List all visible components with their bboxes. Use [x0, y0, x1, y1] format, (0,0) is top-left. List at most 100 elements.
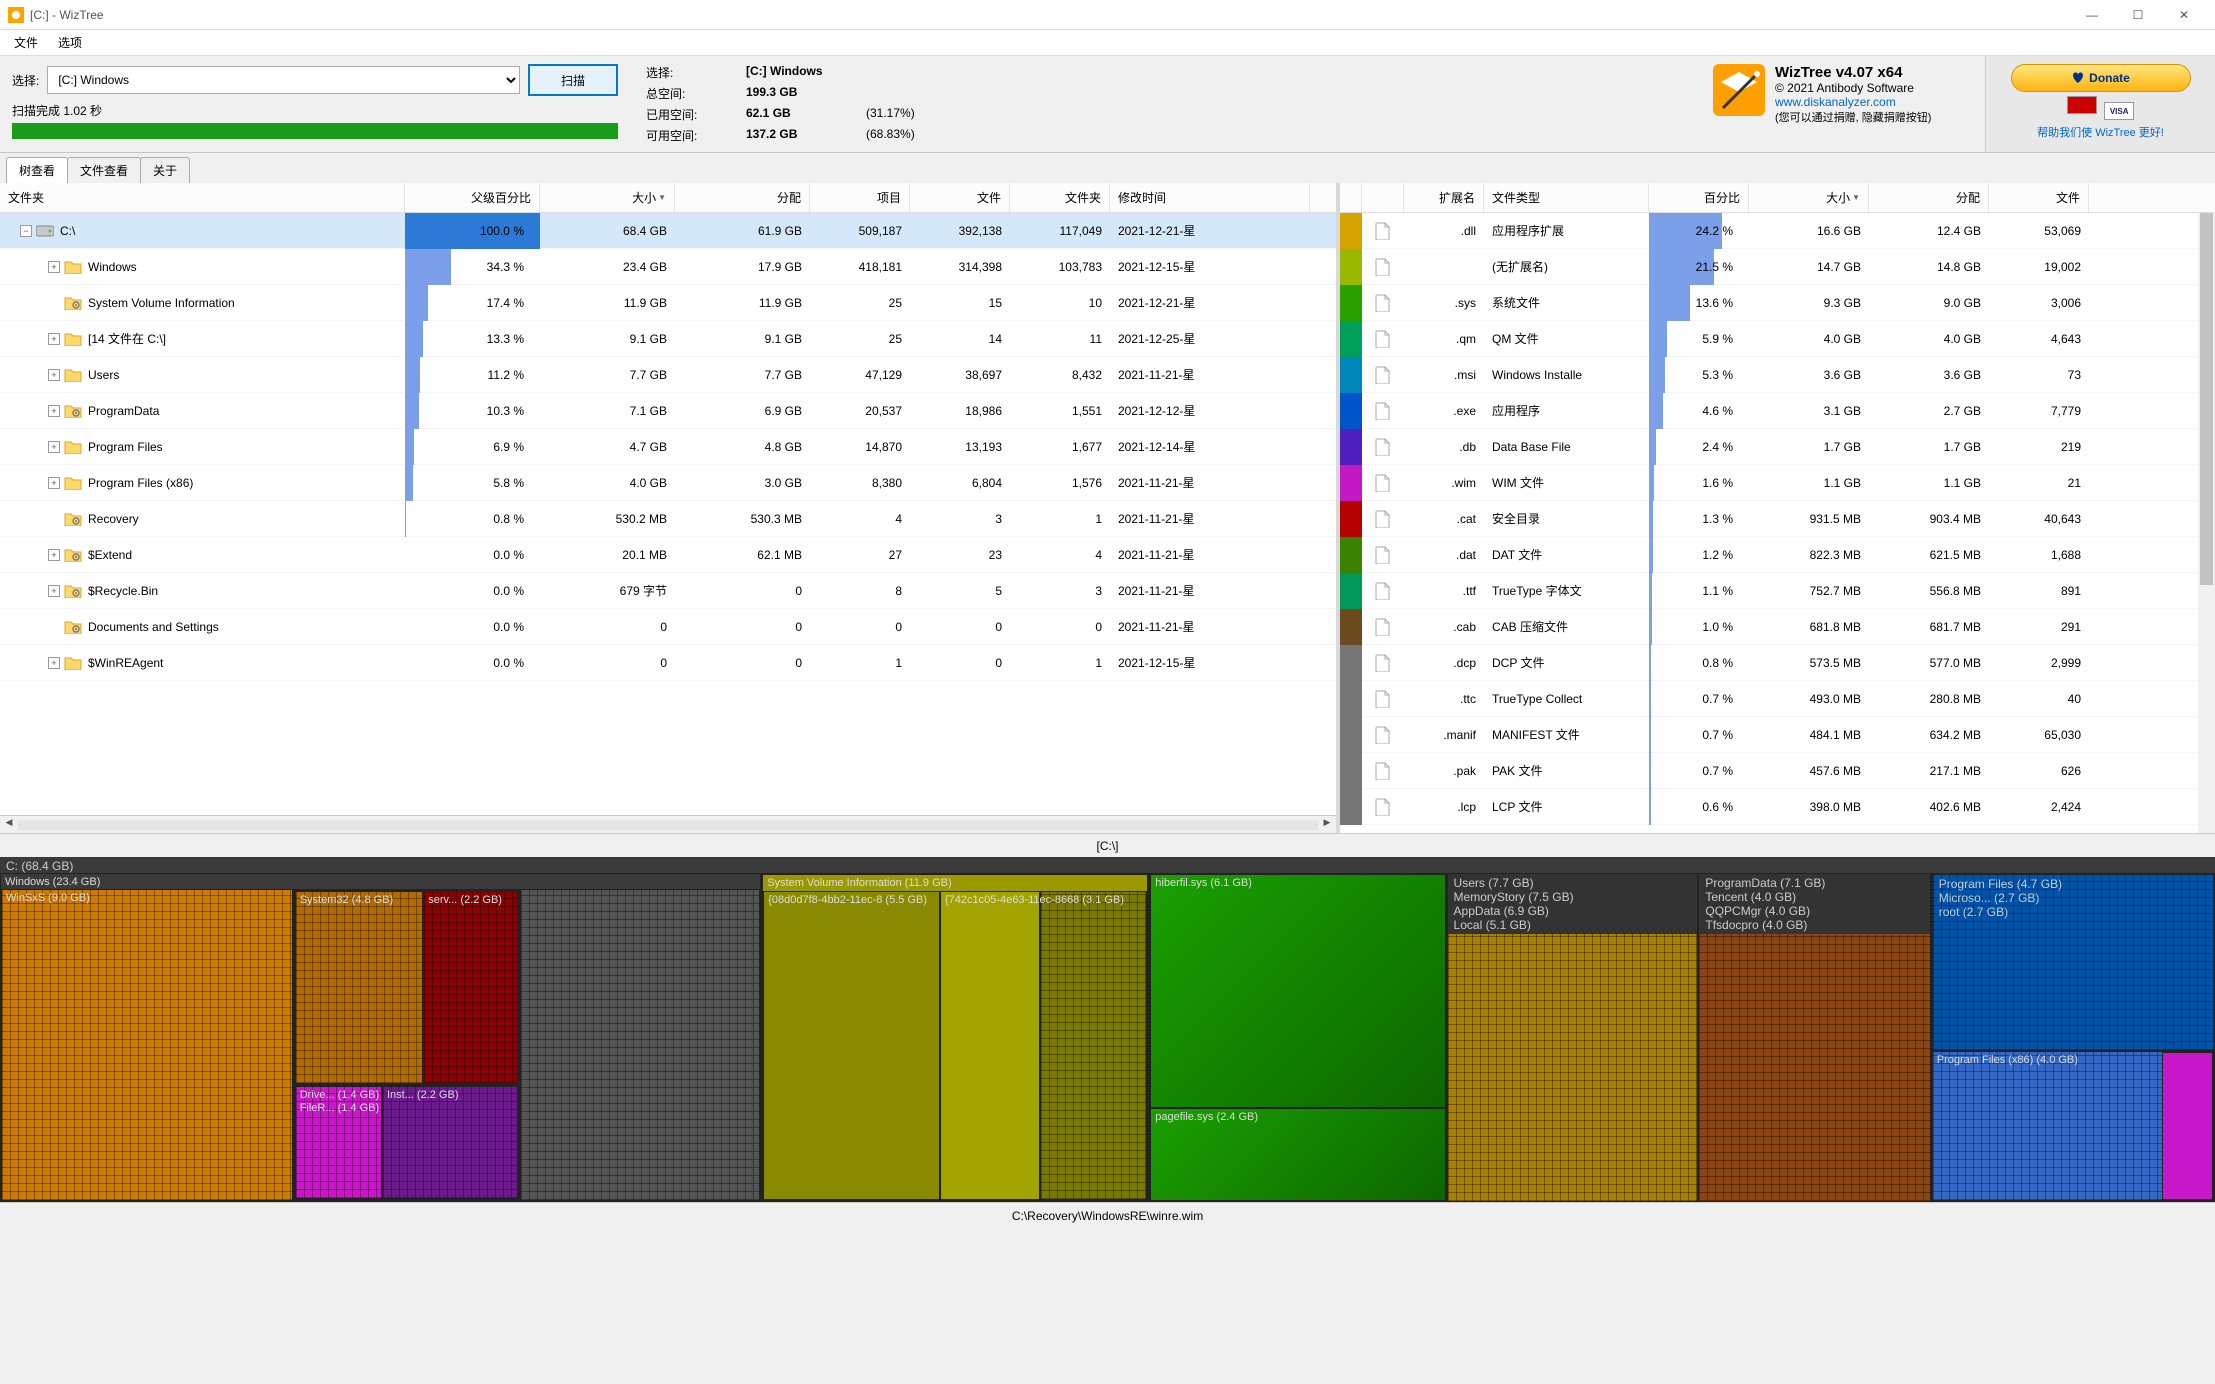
- scan-button[interactable]: 扫描: [528, 64, 618, 96]
- col-folder[interactable]: 文件夹: [0, 183, 405, 212]
- col-extension[interactable]: 扩展名: [1404, 183, 1484, 212]
- tab-file-view[interactable]: 文件查看: [67, 157, 141, 183]
- ext-row[interactable]: .qmQM 文件5.9 %4.0 GB4.0 GB4,643: [1340, 321, 2215, 357]
- col-ext-files[interactable]: 文件: [1989, 183, 2089, 212]
- tree-row[interactable]: Documents and Settings0.0 %000002021-11-…: [0, 609, 1336, 645]
- expand-icon[interactable]: +: [48, 261, 60, 273]
- col-files[interactable]: 文件: [910, 183, 1010, 212]
- scroll-thumb[interactable]: [2200, 213, 2213, 585]
- ext-row[interactable]: .ttfTrueType 字体文1.1 %752.7 MB556.8 MB891: [1340, 573, 2215, 609]
- col-size[interactable]: 大小▼: [540, 183, 675, 212]
- col-parent-pct[interactable]: 父级百分比: [405, 183, 540, 212]
- tab-tree-view[interactable]: 树查看: [6, 157, 68, 183]
- ext-row[interactable]: .pakPAK 文件0.7 %457.6 MB217.1 MB626: [1340, 753, 2215, 789]
- ext-row[interactable]: .manifMANIFEST 文件0.7 %484.1 MB634.2 MB65…: [1340, 717, 2215, 753]
- files-value: 314,398: [910, 260, 1010, 274]
- ext-row[interactable]: (无扩展名)21.5 %14.7 GB14.8 GB19,002: [1340, 249, 2215, 285]
- maximize-button[interactable]: ☐: [2115, 0, 2161, 30]
- modified-value: 2021-12-15-星: [1110, 258, 1310, 275]
- tree-row[interactable]: Recovery0.8 %530.2 MB530.3 MB4312021-11-…: [0, 501, 1336, 537]
- ext-alloc-value: 903.4 MB: [1869, 512, 1989, 526]
- expand-icon[interactable]: +: [48, 441, 60, 453]
- drive-select[interactable]: [C:] Windows: [47, 66, 520, 94]
- tree-row[interactable]: +$WinREAgent0.0 %001012021-12-15-星: [0, 645, 1336, 681]
- scan-panel: 选择: [C:] Windows 扫描 扫描完成 1.02 秒: [0, 56, 630, 152]
- ext-size-value: 681.8 MB: [1749, 620, 1869, 634]
- minimize-button[interactable]: —: [2069, 0, 2115, 30]
- col-folders[interactable]: 文件夹: [1010, 183, 1110, 212]
- ext-vscroll[interactable]: [2198, 213, 2215, 833]
- tree-row[interactable]: +ProgramData10.3 %7.1 GB6.9 GB20,53718,9…: [0, 393, 1336, 429]
- brand-url[interactable]: www.diskanalyzer.com: [1775, 95, 1977, 109]
- tree-row[interactable]: +Windows34.3 %23.4 GB17.9 GB418,181314,3…: [0, 249, 1336, 285]
- type-value: TrueType 字体文: [1484, 582, 1649, 599]
- ext-row[interactable]: .lcpLCP 文件0.6 %398.0 MB402.6 MB2,424: [1340, 789, 2215, 825]
- menu-options[interactable]: 选项: [48, 30, 92, 55]
- size-value: 20.1 MB: [540, 548, 675, 562]
- ext-files-value: 53,069: [1989, 224, 2089, 238]
- expand-icon[interactable]: −: [20, 225, 32, 237]
- info-used-val: 62.1 GB: [746, 106, 866, 123]
- ext-value: .pak: [1404, 764, 1484, 778]
- ext-row[interactable]: .ttcTrueType Collect0.7 %493.0 MB280.8 M…: [1340, 681, 2215, 717]
- col-modified[interactable]: 修改时间: [1110, 183, 1310, 212]
- tree-row[interactable]: System Volume Information17.4 %11.9 GB11…: [0, 285, 1336, 321]
- expand-icon[interactable]: +: [48, 477, 60, 489]
- scroll-track[interactable]: [18, 820, 1318, 830]
- tm-label-tfsdocpro: Tfsdocpro (4.0 GB): [1705, 918, 1825, 932]
- expand-icon[interactable]: +: [48, 333, 60, 345]
- tab-about[interactable]: 关于: [140, 157, 190, 183]
- ext-row[interactable]: .exe应用程序4.6 %3.1 GB2.7 GB7,779: [1340, 393, 2215, 429]
- donate-button[interactable]: Donate: [2011, 64, 2191, 92]
- treemap[interactable]: C: (68.4 GB) Windows (23.4 GB) WinSxS (9…: [0, 857, 2215, 1202]
- expand-icon[interactable]: +: [48, 585, 60, 597]
- tree-row[interactable]: +Users11.2 %7.7 GB7.7 GB47,12938,6978,43…: [0, 357, 1336, 393]
- file-type-icon: [1362, 798, 1404, 816]
- ext-row[interactable]: .cat安全目录1.3 %931.5 MB903.4 MB40,643: [1340, 501, 2215, 537]
- col-ext-alloc[interactable]: 分配: [1869, 183, 1989, 212]
- tree-row[interactable]: +$Extend0.0 %20.1 MB62.1 MB272342021-11-…: [0, 537, 1336, 573]
- expand-icon[interactable]: +: [48, 369, 60, 381]
- ext-row[interactable]: .datDAT 文件1.2 %822.3 MB621.5 MB1,688: [1340, 537, 2215, 573]
- menu-file[interactable]: 文件: [4, 30, 48, 55]
- ext-row[interactable]: .dll应用程序扩展24.2 %16.6 GB12.4 GB53,069: [1340, 213, 2215, 249]
- col-allocated[interactable]: 分配: [675, 183, 810, 212]
- ext-row[interactable]: .dbData Base File2.4 %1.7 GB1.7 GB219: [1340, 429, 2215, 465]
- modified-value: 2021-11-21-星: [1110, 366, 1310, 383]
- col-ext-icon[interactable]: [1362, 183, 1404, 212]
- ext-color-icon: [1340, 609, 1362, 645]
- tree-row[interactable]: +Program Files6.9 %4.7 GB4.8 GB14,87013,…: [0, 429, 1336, 465]
- ext-row[interactable]: .dcpDCP 文件0.8 %573.5 MB577.0 MB2,999: [1340, 645, 2215, 681]
- modified-value: 2021-12-12-星: [1110, 402, 1310, 419]
- tree-row[interactable]: +Program Files (x86)5.8 %4.0 GB3.0 GB8,3…: [0, 465, 1336, 501]
- ext-row[interactable]: .sys系统文件13.6 %9.3 GB9.0 GB3,006: [1340, 285, 2215, 321]
- brand-note: (您可以通过捐赠, 隐藏捐赠按钮): [1775, 109, 1977, 125]
- ext-row[interactable]: .cabCAB 压缩文件1.0 %681.8 MB681.7 MB291: [1340, 609, 2215, 645]
- col-ext-pct[interactable]: 百分比: [1649, 183, 1749, 212]
- tree-row[interactable]: −C:\100.0 %68.4 GB61.9 GB509,187392,1381…: [0, 213, 1336, 249]
- scroll-left-icon[interactable]: ◀: [0, 817, 18, 833]
- modified-value: 2021-12-15-星: [1110, 654, 1310, 671]
- ext-alloc-value: 9.0 GB: [1869, 296, 1989, 310]
- col-ext-color[interactable]: [1340, 183, 1362, 212]
- ext-header: 扩展名 文件类型 百分比 大小▼ 分配 文件: [1340, 183, 2215, 213]
- ext-color-icon: [1340, 789, 1362, 825]
- tree-hscroll[interactable]: ◀ ▶: [0, 815, 1336, 833]
- expand-icon[interactable]: +: [48, 657, 60, 669]
- close-button[interactable]: ✕: [2161, 0, 2207, 30]
- tree-row[interactable]: +$Recycle.Bin0.0 %679 字节08532021-11-21-星: [0, 573, 1336, 609]
- scroll-right-icon[interactable]: ▶: [1318, 817, 1336, 833]
- tree-body[interactable]: −C:\100.0 %68.4 GB61.9 GB509,187392,1381…: [0, 213, 1336, 815]
- expand-icon[interactable]: +: [48, 405, 60, 417]
- col-ext-size[interactable]: 大小▼: [1749, 183, 1869, 212]
- type-value: (无扩展名): [1484, 258, 1649, 275]
- type-value: WIM 文件: [1484, 474, 1649, 491]
- ext-row[interactable]: .wimWIM 文件1.6 %1.1 GB1.1 GB21: [1340, 465, 2215, 501]
- ext-body[interactable]: .dll应用程序扩展24.2 %16.6 GB12.4 GB53,069(无扩展…: [1340, 213, 2215, 833]
- col-filetype[interactable]: 文件类型: [1484, 183, 1649, 212]
- tree-row[interactable]: +[14 文件在 C:\]13.3 %9.1 GB9.1 GB251411202…: [0, 321, 1336, 357]
- ext-row[interactable]: .msiWindows Installe5.3 %3.6 GB3.6 GB73: [1340, 357, 2215, 393]
- expand-icon[interactable]: +: [48, 549, 60, 561]
- col-items[interactable]: 项目: [810, 183, 910, 212]
- donate-help-text[interactable]: 帮助我们使 WizTree 更好!: [1994, 124, 2207, 140]
